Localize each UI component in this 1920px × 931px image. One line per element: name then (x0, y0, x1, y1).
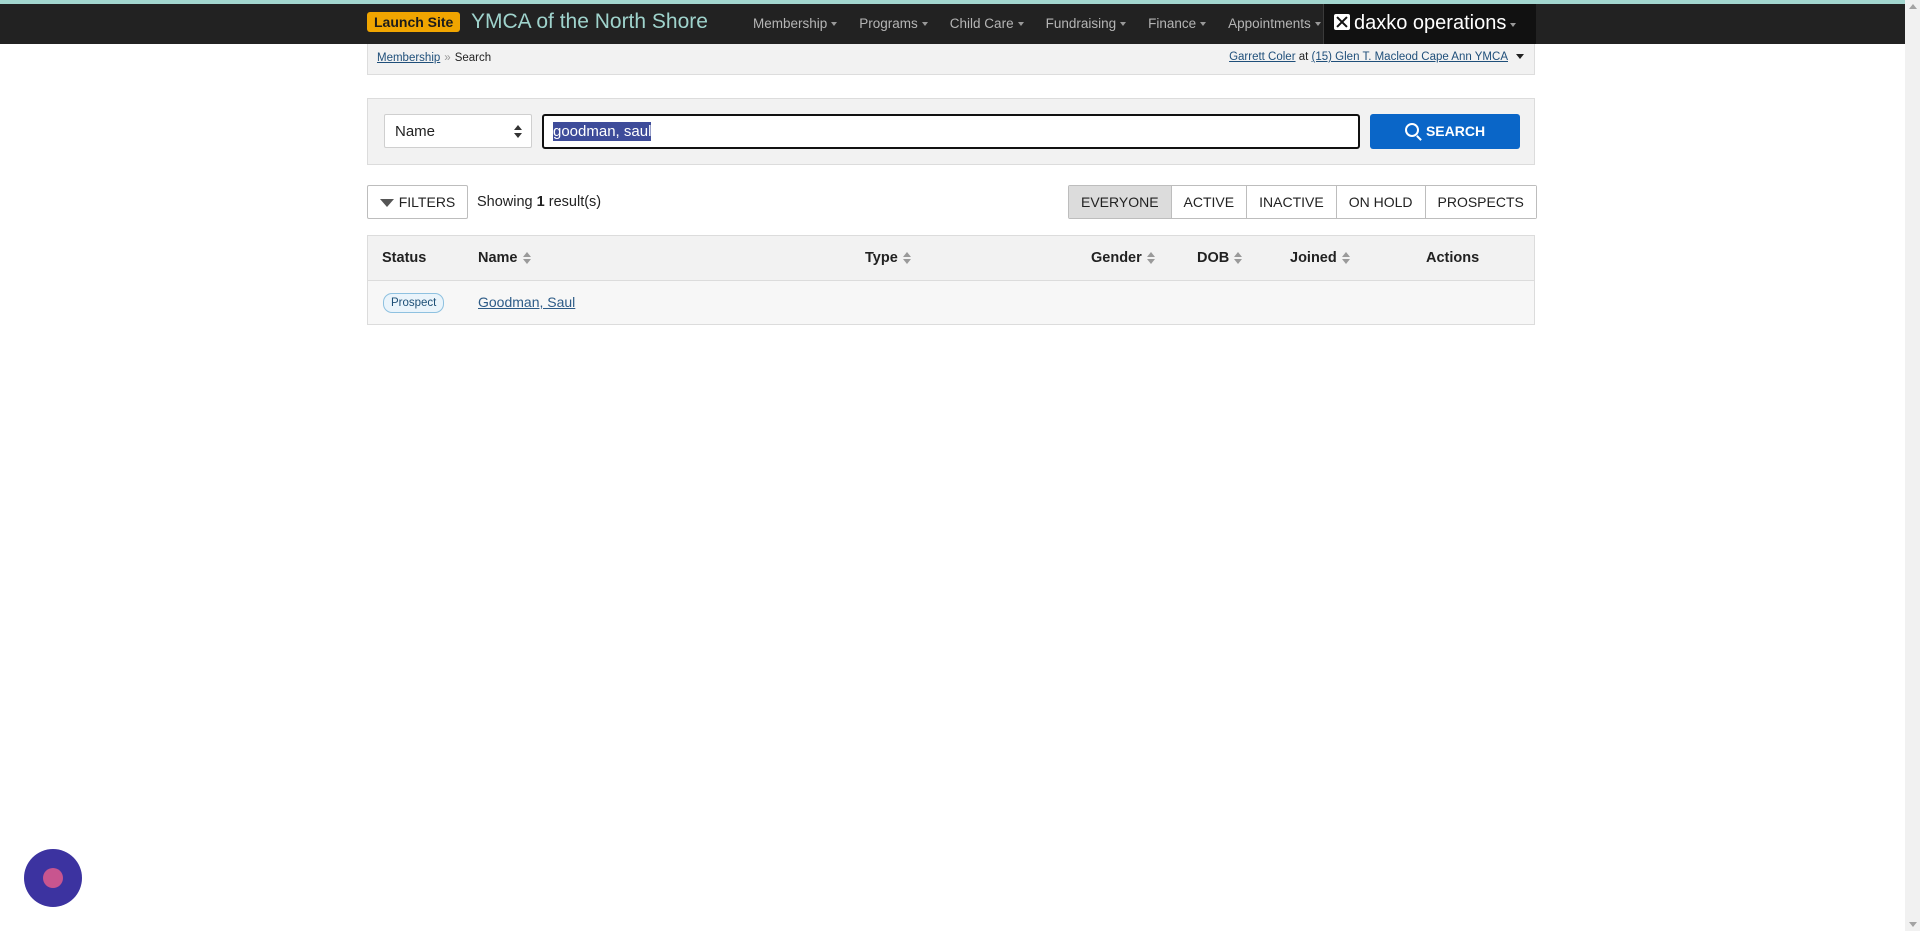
segment-prospects[interactable]: PROSPECTS (1424, 186, 1536, 218)
column-label: Joined (1290, 250, 1337, 266)
table-row: Prospect Goodman, Saul (368, 281, 1534, 324)
chat-icon (43, 868, 63, 888)
segment-active[interactable]: ACTIVE (1170, 186, 1247, 218)
result-count: 1 (536, 194, 545, 210)
column-header-joined[interactable]: Joined (1290, 250, 1350, 266)
caret-down-icon (1120, 22, 1127, 26)
search-input[interactable]: goodman, saul (542, 114, 1360, 149)
caret-down-icon (1510, 23, 1517, 27)
column-header-type[interactable]: Type (865, 250, 911, 266)
search-panel: Name goodman, saul SEARCH (367, 98, 1535, 165)
table-header: Status Name Type Gender DOB Joined Actio… (368, 236, 1534, 281)
caret-down-icon (1200, 22, 1207, 26)
column-header-name[interactable]: Name (478, 250, 531, 266)
results-count-text: Showing 1 result(s) (477, 194, 601, 210)
menu-finance[interactable]: Finance (1148, 4, 1216, 44)
breadcrumb-current: Search (454, 52, 492, 64)
filters-button[interactable]: FILTERS (367, 185, 468, 219)
menu-programs[interactable]: Programs (859, 4, 938, 44)
chat-launcher-button[interactable] (24, 849, 82, 907)
breadcrumb-trail: Membership » Search (377, 52, 491, 64)
daxko-product-menu[interactable]: daxko operations (1323, 4, 1536, 44)
user-link[interactable]: Garrett Coler (1229, 51, 1295, 63)
sort-icon[interactable] (1146, 252, 1155, 264)
search-button-label: SEARCH (1425, 123, 1486, 139)
sort-icon[interactable] (522, 252, 531, 264)
segment-on-hold[interactable]: ON HOLD (1335, 186, 1425, 218)
location-link[interactable]: (15) Glen T. Macleod Cape Ann YMCA (1312, 51, 1508, 63)
select-value: Name (395, 123, 436, 140)
column-header-actions: Actions (1426, 250, 1480, 266)
select-arrows-icon (514, 125, 522, 139)
results-table: Status Name Type Gender DOB Joined Actio… (367, 235, 1535, 325)
status-filter-segments: EVERYONE ACTIVE INACTIVE ON HOLD PROSPEC… (1068, 185, 1537, 219)
menu-label: Membership (753, 16, 828, 31)
menu-child-care[interactable]: Child Care (950, 4, 1034, 44)
breadcrumb-separator: » (444, 52, 451, 64)
sort-icon[interactable] (1341, 252, 1350, 264)
top-navbar: Launch Site YMCA of the North Shore Memb… (0, 4, 1905, 44)
user-location: Garrett Coler at (15) Glen T. Macleod Ca… (1229, 51, 1524, 63)
column-label: Type (865, 250, 898, 266)
search-field-select[interactable]: Name (384, 114, 532, 148)
status-badge: Prospect (383, 293, 445, 313)
column-header-dob[interactable]: DOB (1197, 250, 1243, 266)
segment-inactive[interactable]: INACTIVE (1246, 186, 1336, 218)
menu-fundraising[interactable]: Fundraising (1046, 4, 1137, 44)
caret-down-icon (831, 22, 838, 26)
sort-icon[interactable] (902, 252, 911, 264)
product-name: daxko operations (1354, 12, 1507, 34)
vertical-scrollbar[interactable] (1905, 0, 1920, 931)
breadcrumb: Membership » Search Garrett Coler at (15) … (367, 44, 1535, 75)
daxko-logo-icon (1334, 14, 1350, 30)
caret-down-icon (1017, 22, 1024, 26)
search-query-text: goodman, saul (553, 122, 652, 141)
breadcrumb-link-membership[interactable]: Membership (377, 52, 440, 64)
menu-label: Fundraising (1045, 16, 1117, 31)
segment-everyone[interactable]: EVERYONE (1069, 186, 1171, 218)
menu-appointments[interactable]: Appointments (1228, 4, 1331, 44)
filter-icon (379, 199, 394, 207)
navbar-inner: Launch Site YMCA of the North Shore Memb… (367, 4, 1536, 44)
column-header-status: Status (382, 250, 427, 266)
caret-down-icon (1314, 22, 1321, 26)
showing-prefix: Showing (477, 194, 533, 210)
caret-down-icon (921, 22, 928, 26)
filters-label: FILTERS (398, 194, 456, 210)
column-label: Name (478, 250, 518, 266)
column-label: Gender (1091, 250, 1142, 266)
sort-icon[interactable] (1234, 252, 1243, 264)
column-header-gender[interactable]: Gender (1091, 250, 1155, 266)
brand-title[interactable]: YMCA of the North Shore (471, 10, 708, 34)
menu-label: Appointments (1228, 16, 1311, 31)
menu-label: Child Care (949, 16, 1014, 31)
menu-label: Programs (859, 16, 918, 31)
search-icon (1404, 123, 1419, 137)
user-at-text: at (1298, 51, 1309, 63)
menu-label: Finance (1148, 16, 1197, 31)
member-name-link[interactable]: Goodman, Saul (478, 294, 575, 310)
showing-suffix: result(s) (548, 194, 602, 210)
scroll-down-arrow-icon[interactable] (1909, 922, 1917, 927)
menu-membership[interactable]: Membership (753, 4, 847, 44)
column-label: DOB (1197, 250, 1230, 266)
launch-site-button[interactable]: Launch Site (367, 12, 461, 32)
main-menu: Membership Programs Child Care Fundraisi… (753, 4, 1343, 44)
search-button[interactable]: SEARCH (1370, 114, 1520, 149)
scroll-up-arrow-icon[interactable] (1909, 4, 1917, 9)
location-dropdown-icon[interactable] (1516, 54, 1524, 59)
